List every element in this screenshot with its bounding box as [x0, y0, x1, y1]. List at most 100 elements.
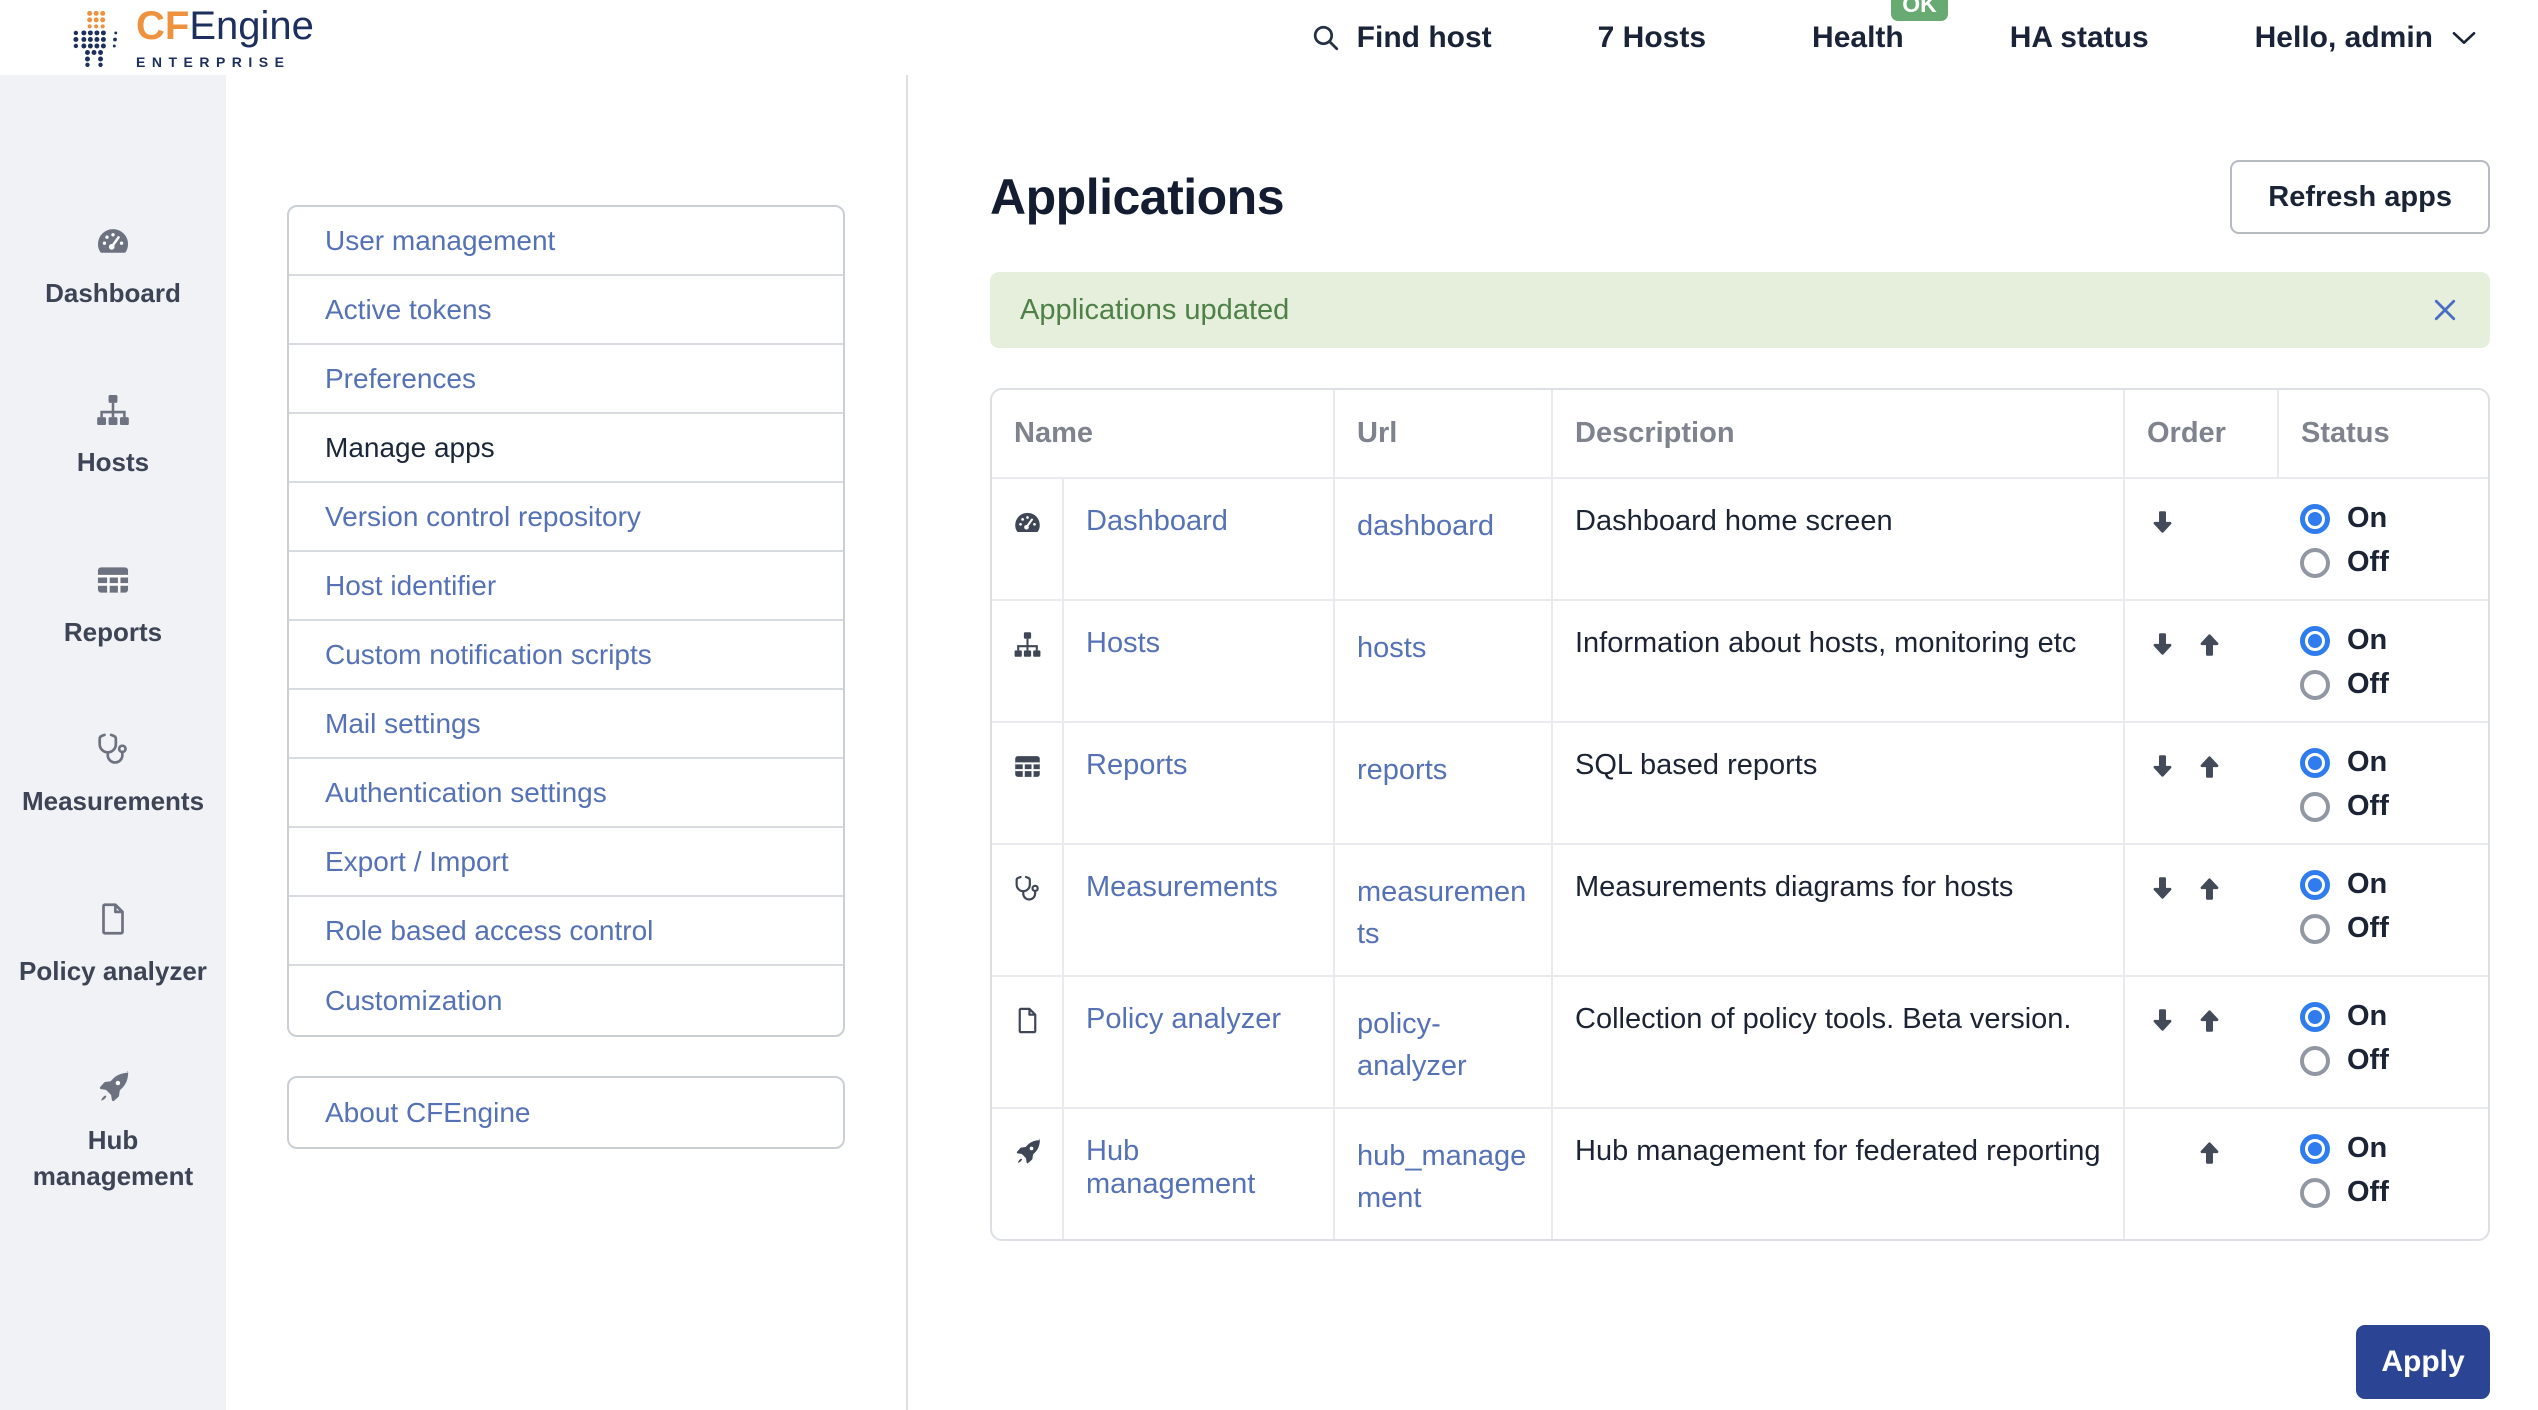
app-name-link[interactable]: Reports	[1086, 749, 1188, 781]
cfengine-logo[interactable]: CFEngine ENTERPRISE	[70, 6, 314, 70]
sidebar-item-measurements[interactable]: Measurements	[22, 730, 204, 819]
settings-menu-item-role-based-access-control[interactable]: Role based access control	[289, 897, 843, 966]
sidebar-item-reports[interactable]: Reports	[64, 561, 162, 650]
status-off-radio[interactable]	[2300, 670, 2330, 700]
status-on-option[interactable]: On	[2300, 1000, 2471, 1033]
settings-menu-item-about-cfengine[interactable]: About CFEngine	[289, 1078, 843, 1147]
move-up-button[interactable]	[2194, 629, 2225, 660]
settings-menu-item-manage-apps[interactable]: Manage apps	[289, 414, 843, 483]
app-url-link[interactable]: hosts	[1357, 632, 1426, 664]
stethoscope-icon	[94, 730, 132, 768]
status-on-option[interactable]: On	[2300, 868, 2471, 901]
sidebar-item-hosts[interactable]: Hosts	[77, 391, 149, 480]
sidebar-item-policy-analyzer[interactable]: Policy analyzer	[19, 900, 207, 989]
column-header-description: Description	[1552, 390, 2124, 478]
sidebar-item-label: Hub management	[15, 1122, 211, 1195]
status-off-radio[interactable]	[2300, 1046, 2330, 1076]
settings-panel: User management Active tokens Preference…	[226, 75, 908, 1410]
move-up-button[interactable]	[2194, 1005, 2225, 1036]
app-url-link[interactable]: reports	[1357, 754, 1447, 786]
status-off-radio[interactable]	[2300, 914, 2330, 944]
status-on-label: On	[2347, 624, 2387, 657]
settings-menu-item-customization[interactable]: Customization	[289, 966, 843, 1035]
app-name-link[interactable]: Hub management	[1086, 1135, 1255, 1200]
file-icon	[1012, 1011, 1043, 1043]
settings-menu-item-preferences[interactable]: Preferences	[289, 345, 843, 414]
settings-menu-item-label: Host identifier	[325, 570, 496, 602]
status-off-radio[interactable]	[2300, 548, 2330, 578]
close-icon[interactable]	[2430, 295, 2460, 325]
app-url-link[interactable]: dashboard	[1357, 510, 1494, 542]
move-down-button[interactable]	[2147, 507, 2178, 538]
settings-menu-item-version-control-repository[interactable]: Version control repository	[289, 483, 843, 552]
column-header-order: Order	[2124, 390, 2278, 478]
refresh-apps-button[interactable]: Refresh apps	[2230, 160, 2490, 234]
status-off-label: Off	[2347, 668, 2389, 701]
status-off-option[interactable]: Off	[2300, 790, 2471, 823]
status-off-radio[interactable]	[2300, 792, 2330, 822]
sidebar-item-hub-management[interactable]: Hub management	[15, 1069, 211, 1195]
app-description: Dashboard home screen	[1552, 478, 2124, 600]
status-off-label: Off	[2347, 790, 2389, 823]
sidebar-item-label: Measurements	[22, 783, 204, 819]
status-on-option[interactable]: On	[2300, 502, 2471, 535]
move-down-button[interactable]	[2147, 751, 2178, 782]
move-up-button[interactable]	[2194, 1137, 2225, 1168]
stethoscope-icon	[1012, 879, 1043, 911]
move-down-button[interactable]	[2147, 873, 2178, 904]
status-on-radio[interactable]	[2300, 748, 2330, 778]
search-icon	[1309, 21, 1342, 54]
settings-menu-item-export-import[interactable]: Export / Import	[289, 828, 843, 897]
hosts-count-nav[interactable]: 7 Hosts	[1598, 21, 1706, 55]
apply-button[interactable]: Apply	[2356, 1325, 2490, 1399]
app-name-link[interactable]: Dashboard	[1086, 505, 1228, 537]
settings-menu-item-label: Mail settings	[325, 708, 481, 740]
cfengine-logo-icon	[70, 9, 118, 67]
find-host-nav[interactable]: Find host	[1309, 21, 1492, 55]
move-down-button[interactable]	[2147, 629, 2178, 660]
settings-menu-item-label: Custom notification scripts	[325, 639, 652, 671]
user-menu[interactable]: Hello, admin	[2255, 21, 2480, 55]
ha-status-nav[interactable]: HA status	[2010, 21, 2149, 55]
move-down-button[interactable]	[2147, 1005, 2178, 1036]
app-name-link[interactable]: Policy analyzer	[1086, 1003, 1281, 1035]
app-url-link[interactable]: policy-analyzer	[1357, 1008, 1467, 1082]
status-off-label: Off	[2347, 1176, 2389, 1209]
health-ok-badge: OK	[1891, 0, 1948, 21]
sidebar-item-dashboard[interactable]: Dashboard	[45, 222, 181, 311]
app-name-link[interactable]: Measurements	[1086, 871, 1278, 903]
app-name-link[interactable]: Hosts	[1086, 627, 1160, 659]
status-on-radio[interactable]	[2300, 1134, 2330, 1164]
status-on-radio[interactable]	[2300, 626, 2330, 656]
status-on-radio[interactable]	[2300, 870, 2330, 900]
status-off-option[interactable]: Off	[2300, 1176, 2471, 1209]
settings-menu-item-mail-settings[interactable]: Mail settings	[289, 690, 843, 759]
status-on-option[interactable]: On	[2300, 624, 2471, 657]
settings-menu-item-custom-notification-scripts[interactable]: Custom notification scripts	[289, 621, 843, 690]
settings-menu-item-authentication-settings[interactable]: Authentication settings	[289, 759, 843, 828]
hosts-count-label: 7 Hosts	[1598, 21, 1706, 55]
settings-menu-item-active-tokens[interactable]: Active tokens	[289, 276, 843, 345]
app-url-link[interactable]: measurements	[1357, 876, 1526, 950]
status-off-option[interactable]: Off	[2300, 1044, 2471, 1077]
status-off-radio[interactable]	[2300, 1178, 2330, 1208]
status-off-option[interactable]: Off	[2300, 546, 2471, 579]
status-on-radio[interactable]	[2300, 504, 2330, 534]
status-on-radio[interactable]	[2300, 1002, 2330, 1032]
status-on-option[interactable]: On	[2300, 1132, 2471, 1165]
settings-menu-item-host-identifier[interactable]: Host identifier	[289, 552, 843, 621]
health-nav[interactable]: Health OK	[1812, 21, 1904, 55]
move-up-button[interactable]	[2194, 873, 2225, 904]
status-off-option[interactable]: Off	[2300, 912, 2471, 945]
user-greeting-label: Hello, admin	[2255, 21, 2433, 55]
settings-menu-item-user-management[interactable]: User management	[289, 207, 843, 276]
app-url-link[interactable]: hub_management	[1357, 1140, 1526, 1214]
status-on-label: On	[2347, 1000, 2387, 1033]
settings-menu-item-label: Version control repository	[325, 501, 641, 533]
move-up-button[interactable]	[2194, 751, 2225, 782]
settings-menu-item-label: Export / Import	[325, 846, 509, 878]
status-on-option[interactable]: On	[2300, 746, 2471, 779]
top-bar: CFEngine ENTERPRISE Find host 7 Hosts He…	[0, 0, 2538, 75]
settings-menu-item-label: Manage apps	[325, 432, 495, 464]
status-off-option[interactable]: Off	[2300, 668, 2471, 701]
